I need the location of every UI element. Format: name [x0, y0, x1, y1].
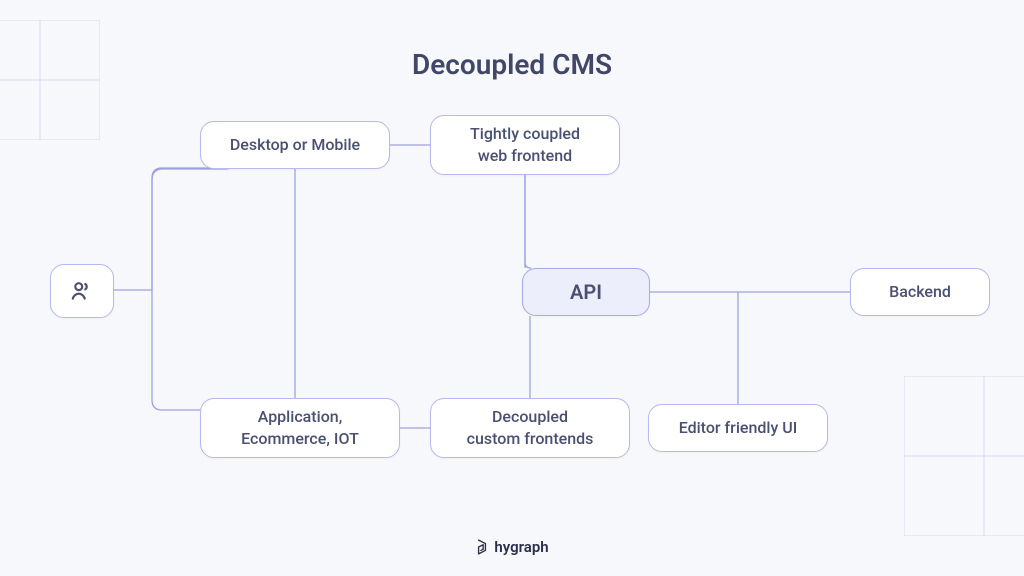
node-label: API [570, 279, 602, 306]
node-label: Tightly coupled web frontend [470, 123, 580, 166]
brand-footer: hygraph [0, 538, 1024, 556]
node-label: Desktop or Mobile [230, 134, 360, 156]
decoupled-frontends-node: Decoupled custom frontends [430, 398, 630, 458]
diagram-title: Decoupled CMS [0, 48, 1024, 81]
brand-label: hygraph [494, 538, 548, 556]
decorative-grid-bottom-right [904, 376, 1024, 536]
user-node [50, 264, 114, 318]
node-label: Editor friendly UI [679, 417, 798, 439]
users-icon [69, 278, 95, 304]
node-label: Decoupled custom frontends [467, 406, 594, 449]
tightly-coupled-node: Tightly coupled web frontend [430, 115, 620, 175]
desktop-mobile-node: Desktop or Mobile [200, 121, 390, 169]
api-node: API [522, 268, 650, 316]
node-label: Backend [889, 281, 951, 303]
node-label: Application, Ecommerce, IOT [241, 406, 359, 449]
backend-node: Backend [850, 268, 990, 316]
hygraph-logo-icon [475, 539, 489, 555]
editor-ui-node: Editor friendly UI [648, 404, 828, 452]
application-node: Application, Ecommerce, IOT [200, 398, 400, 458]
